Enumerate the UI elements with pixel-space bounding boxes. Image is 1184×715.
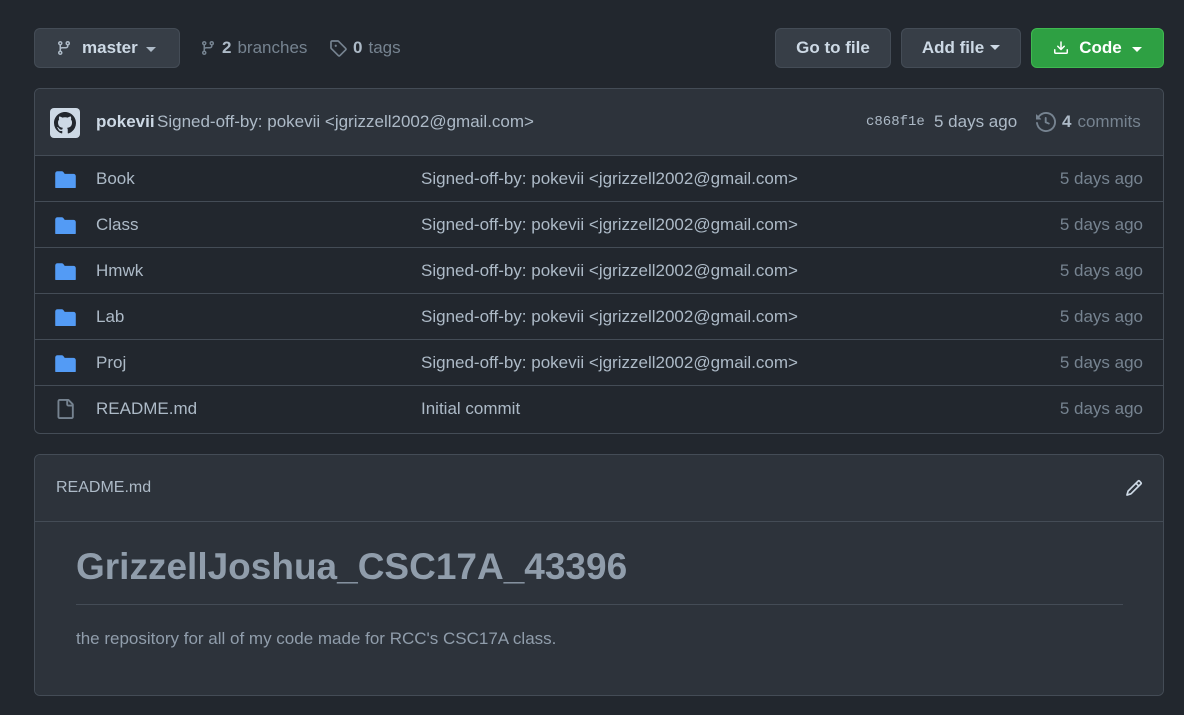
file-name[interactable]: Proj xyxy=(96,353,126,373)
file-name[interactable]: Book xyxy=(96,169,135,189)
readme-filename[interactable]: README.md xyxy=(56,479,151,497)
commit-author[interactable]: pokevii xyxy=(96,112,155,132)
code-button[interactable]: Code xyxy=(1031,28,1164,68)
code-label: Code xyxy=(1079,38,1122,57)
readme-content: GrizzellJoshua_CSC17A_43396 the reposito… xyxy=(35,522,1163,695)
file-name[interactable]: Lab xyxy=(96,307,124,327)
branch-select-button[interactable]: master xyxy=(34,28,180,68)
tags-label: tags xyxy=(368,38,401,57)
repo-toolbar: master 2 branches 0 tags Go to file Add … xyxy=(34,28,1164,68)
file-age: 5 days ago xyxy=(1059,168,1143,188)
branches-label: branches xyxy=(237,38,308,57)
chevron-down-icon xyxy=(990,44,1001,50)
folder-icon xyxy=(55,308,76,326)
readme-panel: README.md GrizzellJoshua_CSC17A_43396 th… xyxy=(34,454,1164,696)
file-list: Book Signed-off-by: pokevii <jgrizzell20… xyxy=(35,156,1163,431)
add-file-label: Add file xyxy=(921,38,985,57)
readme-header: README.md xyxy=(35,455,1163,522)
file-age: 5 days ago xyxy=(1059,306,1143,326)
folder-icon xyxy=(55,262,76,280)
file-commit-message[interactable]: Signed-off-by: pokevii <jgrizzell2002@gm… xyxy=(421,169,798,189)
file-commit-message[interactable]: Signed-off-by: pokevii <jgrizzell2002@gm… xyxy=(421,215,798,235)
file-commit-message[interactable]: Initial commit xyxy=(421,399,520,419)
file-row-book[interactable]: Book Signed-off-by: pokevii <jgrizzell20… xyxy=(35,156,1163,202)
git-branch-icon xyxy=(200,40,216,56)
add-file-button[interactable]: Add file xyxy=(901,28,1021,68)
file-name[interactable]: Hmwk xyxy=(96,261,143,281)
commit-age: 5 days ago xyxy=(934,112,1018,131)
history-icon xyxy=(1036,112,1056,132)
file-row-readme[interactable]: README.md Initial commit 5 days ago xyxy=(35,386,1163,431)
go-to-file-label: Go to file xyxy=(796,38,870,57)
tags-link[interactable]: 0 tags xyxy=(329,28,401,68)
folder-icon xyxy=(55,216,76,234)
folder-icon xyxy=(55,170,76,188)
readme-heading: GrizzellJoshua_CSC17A_43396 xyxy=(76,546,628,587)
tag-icon xyxy=(329,39,347,57)
file-row-lab[interactable]: Lab Signed-off-by: pokevii <jgrizzell200… xyxy=(35,294,1163,340)
file-row-class[interactable]: Class Signed-off-by: pokevii <jgrizzell2… xyxy=(35,202,1163,248)
latest-commit-bar: pokevii Signed-off-by: pokevii <jgrizzel… xyxy=(35,89,1163,156)
file-commit-message[interactable]: Signed-off-by: pokevii <jgrizzell2002@gm… xyxy=(421,353,798,373)
commits-count: 4 xyxy=(1062,112,1072,131)
file-row-hmwk[interactable]: Hmwk Signed-off-by: pokevii <jgrizzell20… xyxy=(35,248,1163,294)
file-age: 5 days ago xyxy=(1059,214,1143,234)
branches-link[interactable]: 2 branches xyxy=(200,28,307,68)
go-to-file-button[interactable]: Go to file xyxy=(775,28,891,68)
tags-count: 0 xyxy=(353,38,363,57)
file-commit-message[interactable]: Signed-off-by: pokevii <jgrizzell2002@gm… xyxy=(421,307,798,327)
folder-icon xyxy=(55,354,76,372)
pencil-icon[interactable] xyxy=(1125,479,1143,497)
commits-label: commits xyxy=(1077,112,1141,131)
branches-count: 2 xyxy=(222,38,232,57)
file-browser: pokevii Signed-off-by: pokevii <jgrizzel… xyxy=(34,88,1164,434)
git-branch-icon xyxy=(56,40,72,56)
file-age: 5 days ago xyxy=(1059,260,1143,280)
commits-history-link[interactable]: 4 commits xyxy=(1036,112,1141,132)
file-commit-message[interactable]: Signed-off-by: pokevii <jgrizzell2002@gm… xyxy=(421,261,798,281)
chevron-down-icon xyxy=(145,47,156,52)
download-icon xyxy=(1053,40,1069,56)
branch-name: master xyxy=(82,38,138,57)
readme-paragraph: the repository for all of my code made f… xyxy=(76,629,557,648)
file-icon xyxy=(55,398,75,419)
divider xyxy=(76,604,1123,605)
file-age: 5 days ago xyxy=(1059,352,1143,372)
chevron-down-icon xyxy=(1131,47,1142,52)
file-name[interactable]: Class xyxy=(96,215,139,235)
avatar[interactable] xyxy=(50,108,80,138)
commit-sha[interactable]: c868f1e xyxy=(866,114,925,130)
file-name[interactable]: README.md xyxy=(96,399,197,419)
file-age: 5 days ago xyxy=(1059,398,1143,418)
commit-message[interactable]: Signed-off-by: pokevii <jgrizzell2002@gm… xyxy=(157,112,534,132)
file-row-proj[interactable]: Proj Signed-off-by: pokevii <jgrizzell20… xyxy=(35,340,1163,386)
